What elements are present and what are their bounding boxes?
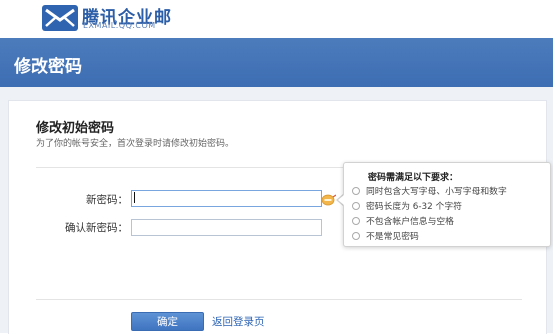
new-password-label: 新密码： — [86, 194, 128, 206]
confirm-password-input[interactable] — [131, 219, 322, 236]
requirement-item: 密码长度为 6-32 个字符 — [352, 199, 462, 212]
back-to-login-link[interactable]: 返回登录页 — [212, 314, 265, 329]
confirm-password-label: 确认新密码： — [65, 222, 128, 234]
requirements-title: 密码需满足以下要求： — [368, 173, 459, 183]
confirm-button[interactable]: 确定 — [131, 312, 204, 331]
requirement-status-icon — [352, 216, 360, 225]
page-title: 修改密码 — [14, 57, 82, 77]
requirement-text: 不包含帐户信息与空格 — [366, 217, 454, 227]
brand-domain: EXMAIL.QQ.COM — [83, 21, 156, 30]
requirement-status-icon — [352, 186, 360, 195]
requirement-text: 密码长度为 6-32 个字符 — [366, 202, 462, 212]
requirement-item: 不包含帐户信息与空格 — [352, 214, 454, 227]
page-header: 修改密码 — [0, 38, 553, 87]
tencent-exmail-logo-icon — [42, 5, 78, 31]
tooltip-arrow-inner — [338, 195, 344, 205]
requirement-status-icon — [352, 201, 360, 210]
requirement-item: 同时包含大写字母、小写字母和数字 — [352, 184, 507, 197]
requirement-text: 不是常见密码 — [366, 232, 419, 242]
requirement-status-icon — [352, 231, 360, 240]
requirement-text: 同时包含大写字母、小写字母和数字 — [366, 187, 507, 197]
divider-bottom — [36, 299, 522, 300]
key-lock-icon — [322, 194, 336, 206]
requirement-item: 不是常见密码 — [352, 229, 419, 242]
top-bar: 腾讯企业邮 EXMAIL.QQ.COM — [0, 0, 553, 34]
panel-title: 修改初始密码 — [36, 121, 115, 136]
panel-subtitle: 为了你的帐号安全，首次登录时请修改初始密码。 — [36, 139, 235, 149]
new-password-input[interactable] — [131, 190, 322, 207]
text-caret — [134, 192, 135, 203]
